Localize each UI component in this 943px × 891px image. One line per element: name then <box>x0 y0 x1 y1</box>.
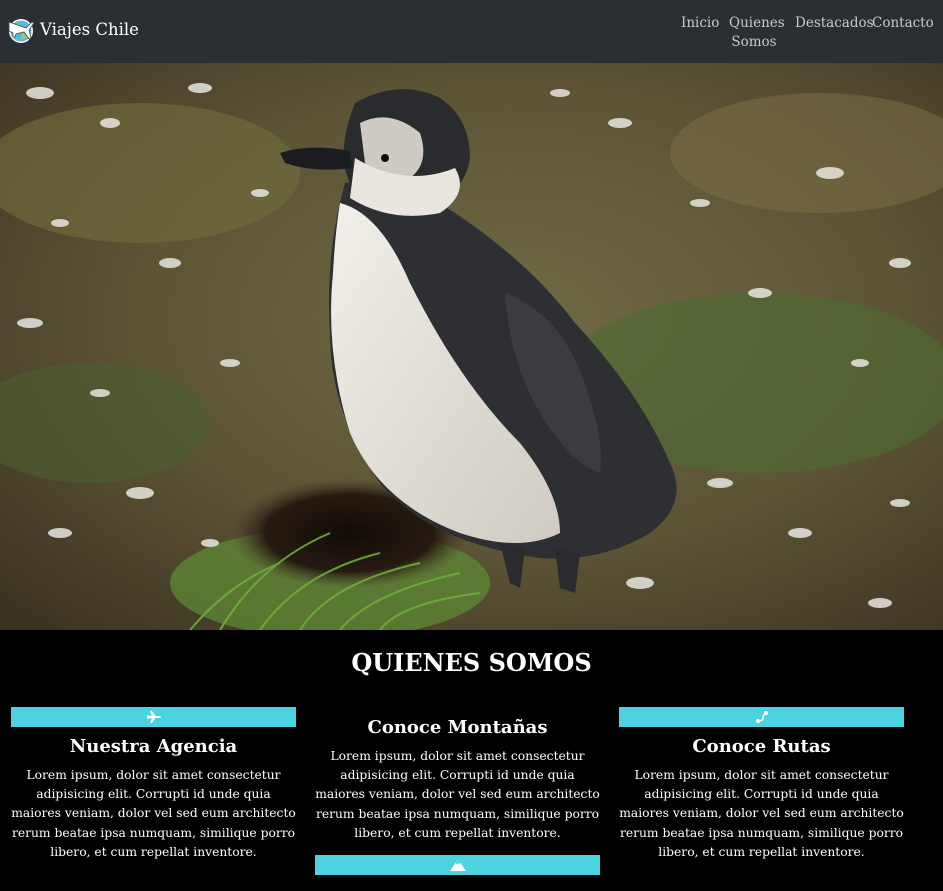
globe-plane-icon <box>8 19 35 43</box>
route-icon <box>755 711 768 723</box>
penguin-photo <box>0 63 943 630</box>
nav-link-contacto[interactable]: Contacto <box>872 14 934 33</box>
card-mountains-title: Conoce Montañas <box>367 717 548 738</box>
plane-icon <box>146 711 161 723</box>
nav-link-destacados[interactable]: Destacados <box>795 14 874 33</box>
card-agency-text: Lorem ipsum, dolor sit amet consectetur … <box>11 768 296 859</box>
brand-link[interactable]: Viajes Chile <box>6 14 139 44</box>
card-agency-title: Nuestra Agencia <box>69 736 238 757</box>
card-routes-text: Lorem ipsum, dolor sit amet consectetur … <box>619 768 904 859</box>
card-mountains-icon-bar <box>315 855 600 875</box>
section-title: QUIENES SOMOS <box>351 648 592 677</box>
mountain-icon <box>449 859 466 871</box>
hero-image <box>0 63 943 630</box>
card-routes-title: Conoce Rutas <box>692 736 831 757</box>
nav-link-somos-label: Somos <box>731 34 777 50</box>
brand-name: Viajes Chile <box>40 19 139 39</box>
navbar: Viajes Chile Inicio Quienes Somos Destac… <box>0 0 943 63</box>
nav-link-inicio[interactable]: Inicio <box>681 14 719 33</box>
card-mountains-text: Lorem ipsum, dolor sit amet consectetur … <box>315 749 600 840</box>
nav-link-quienes-label: Quienes <box>729 15 785 31</box>
nav-link-quienes-somos[interactable]: Quienes Somos <box>729 14 785 52</box>
card-agency-icon-bar <box>11 707 296 727</box>
card-routes-icon-bar <box>619 707 904 727</box>
